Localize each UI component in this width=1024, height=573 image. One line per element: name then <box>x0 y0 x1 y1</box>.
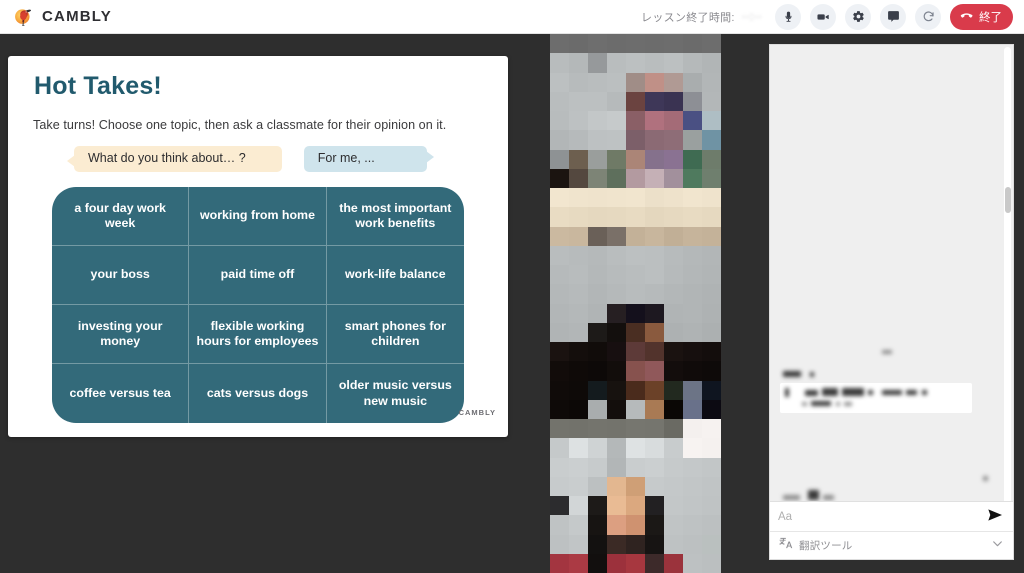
lesson-timer: レッスン終了時間: ··:·· <box>641 9 762 25</box>
redacted-text <box>823 495 834 500</box>
top-toolbar: CAMBLY レッスン終了時間: ··:·· 終了 <box>0 0 1024 34</box>
lesson-timer-label: レッスン終了時間: <box>641 11 735 24</box>
chat-toggle-button[interactable] <box>880 3 906 30</box>
topbar-controls: レッスン終了時間: ··:·· 終了 <box>641 3 1024 30</box>
cambly-dodo-bird-logo-icon <box>12 5 36 29</box>
topic-cell[interactable]: cats versus dogs <box>189 364 327 423</box>
chat-scrollbar-track[interactable] <box>1004 47 1011 501</box>
brand-logo[interactable]: CAMBLY <box>12 5 112 29</box>
prompt-bubble-question: What do you think about… ? <box>67 146 282 172</box>
redacted-text <box>922 390 927 395</box>
topic-cell[interactable]: work-life balance <box>326 246 464 305</box>
translate-tool-row[interactable]: 翻訳ツール <box>770 531 1013 559</box>
slide-title: Hot Takes! <box>34 72 162 100</box>
topic-cell[interactable]: paid time off <box>189 246 327 305</box>
chevron-down-icon[interactable] <box>991 537 1004 555</box>
redacted-text <box>810 372 814 377</box>
redacted-text <box>822 388 838 396</box>
chat-message-list[interactable] <box>770 45 1013 501</box>
video-camera-icon <box>816 10 830 24</box>
chat-panel: 翻訳ツール <box>769 44 1014 560</box>
topic-cell[interactable]: a four day work week <box>52 187 190 246</box>
chat-message-input[interactable] <box>778 510 985 523</box>
redacted-text <box>836 402 840 406</box>
topic-cell[interactable]: your boss <box>52 246 190 305</box>
redacted-text <box>783 495 800 500</box>
redacted-text <box>906 390 917 395</box>
redacted-text <box>842 388 864 396</box>
topic-cell[interactable]: investing your money <box>52 305 190 364</box>
slide-watermark: CAMBLY <box>458 408 496 417</box>
redacted-text <box>868 390 873 395</box>
topic-grid: a four day work week working from home t… <box>52 187 464 423</box>
translate-tool-label: 翻訳ツール <box>799 540 853 552</box>
redacted-text <box>802 402 807 406</box>
settings-button[interactable] <box>845 3 871 30</box>
topic-cell[interactable]: older music versus new music <box>327 364 464 423</box>
video-camera-button[interactable] <box>810 3 836 30</box>
redacted-text <box>805 390 818 396</box>
chat-compose-row <box>770 501 1013 531</box>
microphone-icon <box>782 10 795 23</box>
send-arrow-icon <box>987 508 1003 525</box>
prompt-bubbles: What do you think about… ? For me, ... <box>67 146 434 172</box>
send-message-button[interactable] <box>985 507 1005 527</box>
lesson-timer-value: ··:·· <box>741 10 762 23</box>
topic-cell[interactable]: the most important work benefits <box>326 187 464 246</box>
redacted-text <box>811 401 831 406</box>
video-pixel-mosaic <box>550 34 721 573</box>
prompt-bubble-answer: For me, ... <box>303 146 434 172</box>
phone-hangup-icon <box>959 8 974 26</box>
topic-cell[interactable]: working from home <box>189 187 327 246</box>
chat-bubble-icon <box>887 10 900 23</box>
slide-subtitle: Take turns! Choose one topic, then ask a… <box>33 118 447 132</box>
lesson-slide-card[interactable]: Hot Takes! Take turns! Choose one topic,… <box>8 56 508 437</box>
chat-message-bubble[interactable] <box>780 383 972 413</box>
redacted-text <box>783 371 801 377</box>
chat-scrollbar-thumb[interactable] <box>1004 187 1011 213</box>
end-call-label: 終了 <box>979 11 1002 24</box>
end-call-button[interactable]: 終了 <box>950 3 1013 30</box>
reload-button[interactable] <box>915 3 941 30</box>
cambly-lesson-room: CAMBLY レッスン終了時間: ··:·· 終了 Hot Takes! Tak… <box>0 0 1024 573</box>
redacted-text <box>844 402 852 406</box>
refresh-icon <box>922 10 935 23</box>
gear-icon <box>852 10 865 23</box>
translate-icon <box>779 536 793 555</box>
redacted-text <box>785 388 789 397</box>
redacted-text <box>808 490 819 500</box>
topic-cell[interactable]: smart phones for children <box>326 305 464 364</box>
redacted-text <box>882 350 892 354</box>
participant-video-feed[interactable] <box>550 34 721 573</box>
topic-cell[interactable]: flexible working hours for employees <box>189 305 327 364</box>
microphone-button[interactable] <box>775 3 801 30</box>
brand-name-label: CAMBLY <box>42 8 112 25</box>
redacted-text <box>882 390 902 395</box>
redacted-text <box>983 476 988 481</box>
topic-cell[interactable]: coffee versus tea <box>52 364 190 423</box>
